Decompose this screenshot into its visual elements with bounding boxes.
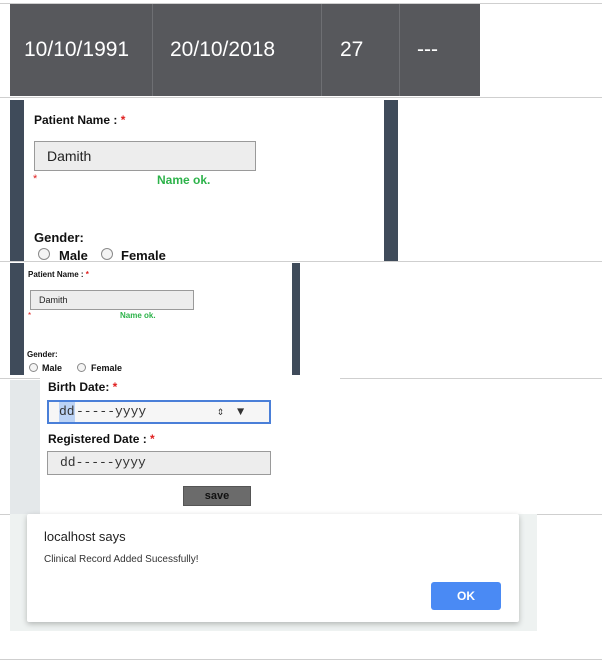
patient-name-input[interactable]: Damith <box>34 141 256 171</box>
column-divider <box>152 4 153 96</box>
gender-label: Gender: <box>27 350 58 359</box>
female-radio[interactable] <box>101 248 113 260</box>
dropdown-arrow-icon[interactable]: ▼ <box>237 402 244 422</box>
registered-date-input[interactable]: dd-----yyyy <box>47 451 271 475</box>
table-row-edge <box>10 100 24 261</box>
birth-date-input[interactable]: dd -----yyyy ⇕ ▼ <box>47 400 271 424</box>
column-divider <box>399 4 400 96</box>
registered-date-cell: 20/10/2018 <box>170 38 276 61</box>
patient-form-panel: Patient Name : * Damith * Name ok. Gende… <box>24 100 384 263</box>
female-radio-label: Female <box>121 248 166 263</box>
alert-title: localhost says <box>44 529 126 544</box>
spinner-icon[interactable]: ⇕ <box>217 402 224 422</box>
patient-name-label: Patient Name : * <box>34 113 126 127</box>
table-row-edge <box>10 263 24 375</box>
patient-name-label: Patient Name : * <box>28 270 89 279</box>
birth-date-cell: 10/10/1991 <box>24 38 130 61</box>
dates-form-panel: Birth Date: * dd -----yyyy ⇕ ▼ Registere… <box>40 378 340 514</box>
patient-form-panel-small: Patient Name : * Damith * Name ok. Gende… <box>24 263 292 375</box>
alert-dialog: localhost says Clinical Record Added Suc… <box>27 514 519 622</box>
required-star: * <box>28 311 32 320</box>
patient-name-input[interactable]: Damith <box>30 290 194 310</box>
column-divider <box>321 4 322 96</box>
save-button[interactable]: save <box>183 486 251 506</box>
male-radio[interactable] <box>29 363 38 372</box>
alert-message: Clinical Record Added Sucessfully! <box>44 554 199 565</box>
date-day-segment[interactable]: dd <box>59 402 75 422</box>
ok-button[interactable]: OK <box>431 582 501 610</box>
table-row-divider <box>0 97 602 98</box>
table-row-divider <box>0 261 602 262</box>
male-radio[interactable] <box>38 248 50 260</box>
date-rest-placeholder: -----yyyy <box>76 404 147 419</box>
extra-cell: --- <box>417 38 438 61</box>
birth-date-label: Birth Date: * <box>48 380 118 394</box>
age-cell: 27 <box>340 38 364 61</box>
required-star: * <box>33 173 38 185</box>
gender-label: Gender: <box>34 230 84 245</box>
female-radio-label: Female <box>91 363 123 373</box>
table-row-edge <box>10 380 40 514</box>
male-radio-label: Male <box>59 248 88 263</box>
table-row-edge <box>384 100 398 261</box>
table-row-edge <box>292 263 300 375</box>
male-radio-label: Male <box>42 363 63 373</box>
registered-date-label: Registered Date : * <box>48 432 155 446</box>
table-row: 10/10/1991 20/10/2018 27 --- <box>10 4 480 96</box>
female-radio[interactable] <box>77 363 86 372</box>
name-status-message: Name ok. <box>120 311 156 320</box>
name-status-message: Name ok. <box>157 173 211 187</box>
